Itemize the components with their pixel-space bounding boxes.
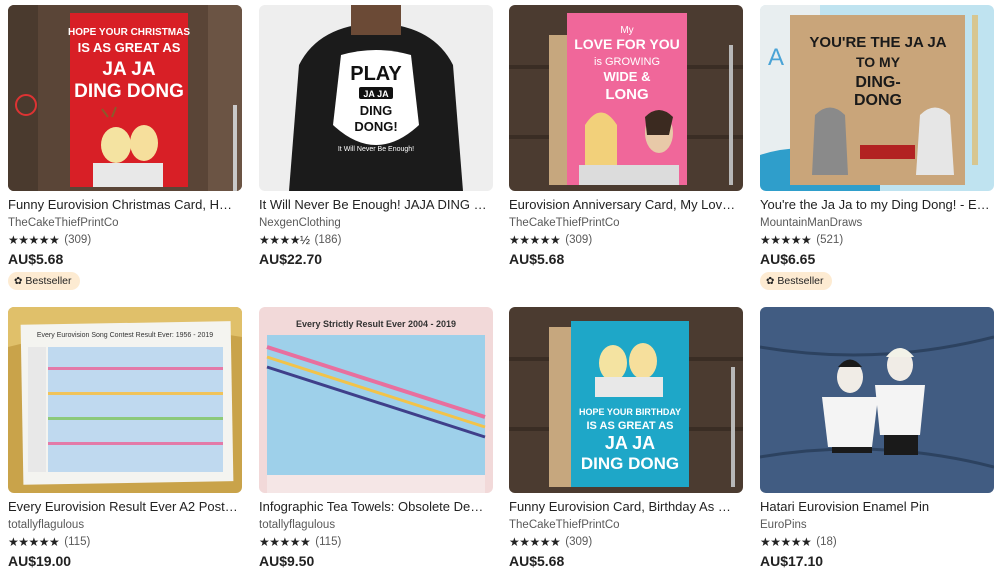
svg-text:PLAY: PLAY: [350, 63, 402, 85]
shop-name: NexgenClothing: [259, 217, 341, 229]
svg-text:LONG: LONG: [605, 86, 648, 103]
review-count: (309): [565, 234, 593, 246]
review-count: (309): [565, 536, 593, 548]
price: AU$5.68: [509, 553, 565, 569]
svg-text:DING: DING: [360, 103, 393, 118]
review-count: (309): [64, 234, 92, 246]
svg-text:is GROWING: is GROWING: [594, 56, 660, 68]
svg-text:DONG!: DONG!: [354, 119, 397, 134]
svg-text:JA JA: JA JA: [363, 89, 389, 99]
award-icon: ✿: [14, 275, 23, 287]
listing-image[interactable]: My LOVE FOR YOU is GROWING WIDE & LONG: [509, 5, 743, 191]
svg-text:WIDE &: WIDE &: [604, 69, 651, 84]
svg-text:It Will Never Be Enough!: It Will Never Be Enough!: [338, 146, 414, 153]
svg-text:HOPE YOUR CHRISTMAS: HOPE YOUR CHRISTMAS: [68, 27, 190, 38]
rating: ★★★★★ (115): [8, 535, 242, 549]
listing-title[interactable]: It Will Never Be Enough! JAJA DING …: [259, 197, 493, 213]
svg-text:DING-: DING-: [855, 74, 900, 91]
listing-image[interactable]: Every Eurovision Song Contest Result Eve…: [8, 307, 242, 493]
svg-text:TO MY: TO MY: [856, 54, 901, 70]
listing-title[interactable]: Infographic Tea Towels: Obsolete De…: [259, 499, 493, 515]
rating: ★★★★★ (115): [259, 535, 493, 549]
star-rating-icon: ★★★★★: [509, 535, 561, 549]
price: AU$6.65: [760, 251, 816, 267]
price: AU$22.70: [259, 251, 323, 267]
listing-card[interactable]: My LOVE FOR YOU is GROWING WIDE & LONG E…: [509, 5, 743, 268]
svg-text:A: A: [768, 44, 784, 71]
listing-card[interactable]: A YOU'RE THE JA JA TO MY DING- DONG You'…: [760, 5, 994, 290]
svg-text:DONG: DONG: [854, 92, 902, 109]
star-rating-icon: ★★★★½: [259, 233, 310, 247]
award-icon: ✿: [766, 275, 775, 287]
listing-title[interactable]: Every Eurovision Result Ever A2 Post…: [8, 499, 242, 515]
listing-card[interactable]: PLAY JA JA DING DONG! It Will Never Be E…: [259, 5, 493, 268]
listing-image[interactable]: [760, 307, 994, 493]
star-rating-icon: ★★★★★: [8, 233, 60, 247]
price: AU$5.68: [509, 251, 565, 267]
shop-name: totallyflagulous: [259, 519, 336, 531]
shop-name: EuroPins: [760, 519, 807, 531]
review-count: (115): [315, 536, 342, 548]
listing-title[interactable]: Funny Eurovision Christmas Card, H…: [8, 197, 242, 213]
listing-image[interactable]: Every Strictly Result Ever 2004 - 2019: [259, 307, 493, 493]
shop-name: MountainManDraws: [760, 217, 863, 229]
shop-name: TheCakeThiefPrintCo: [509, 519, 620, 531]
review-count: (186): [314, 234, 342, 246]
svg-text:DING DONG: DING DONG: [581, 454, 679, 473]
listing-card[interactable]: HOPE YOUR BIRTHDAY IS AS GREAT AS JA JA …: [509, 307, 743, 570]
rating: ★★★★★ (309): [8, 233, 242, 247]
svg-text:IS AS GREAT AS: IS AS GREAT AS: [587, 420, 674, 432]
listing-grid: HOPE YOUR CHRISTMAS IS AS GREAT AS JA JA…: [0, 0, 1000, 577]
listing-image[interactable]: HOPE YOUR CHRISTMAS IS AS GREAT AS JA JA…: [8, 5, 242, 191]
listing-image[interactable]: PLAY JA JA DING DONG! It Will Never Be E…: [259, 5, 493, 191]
svg-text:YOU'RE THE JA JA: YOU'RE THE JA JA: [809, 34, 946, 51]
listing-title[interactable]: Funny Eurovision Card, Birthday As …: [509, 499, 743, 515]
listing-card[interactable]: HOPE YOUR CHRISTMAS IS AS GREAT AS JA JA…: [8, 5, 242, 290]
svg-text:HOPE YOUR BIRTHDAY: HOPE YOUR BIRTHDAY: [579, 407, 681, 417]
svg-text:My: My: [620, 25, 633, 36]
star-rating-icon: ★★★★★: [8, 535, 60, 549]
star-rating-icon: ★★★★★: [760, 233, 812, 247]
listing-image[interactable]: HOPE YOUR BIRTHDAY IS AS GREAT AS JA JA …: [509, 307, 743, 493]
price: AU$9.50: [259, 553, 315, 569]
badge-label: Bestseller: [777, 275, 824, 287]
bestseller-badge: ✿ Bestseller: [8, 272, 80, 290]
shop-name: TheCakeThiefPrintCo: [8, 217, 119, 229]
price: AU$19.00: [8, 553, 72, 569]
shop-name: TheCakeThiefPrintCo: [509, 217, 620, 229]
star-rating-icon: ★★★★★: [760, 535, 812, 549]
svg-text:JA JA: JA JA: [605, 433, 655, 453]
rating: ★★★★★ (18): [760, 535, 994, 549]
listing-image[interactable]: A YOU'RE THE JA JA TO MY DING- DONG: [760, 5, 994, 191]
svg-text:DING DONG: DING DONG: [74, 81, 184, 102]
svg-text:IS AS GREAT AS: IS AS GREAT AS: [78, 40, 181, 55]
svg-text:LOVE FOR YOU: LOVE FOR YOU: [574, 36, 680, 52]
svg-text:Every Eurovision Song Contest: Every Eurovision Song Contest Result Eve…: [37, 332, 213, 339]
star-rating-icon: ★★★★★: [509, 233, 561, 247]
shop-name: totallyflagulous: [8, 519, 85, 531]
listing-title[interactable]: You're the Ja Ja to my Ding Dong! - E…: [760, 197, 994, 213]
listing-card[interactable]: Hatari Eurovision Enamel Pin EuroPins ★★…: [760, 307, 994, 570]
listing-card[interactable]: Every Eurovision Song Contest Result Eve…: [8, 307, 242, 570]
rating: ★★★★★ (521): [760, 233, 994, 247]
star-rating-icon: ★★★★★: [259, 535, 311, 549]
review-count: (521): [816, 234, 844, 246]
listing-card[interactable]: Every Strictly Result Ever 2004 - 2019 I…: [259, 307, 493, 570]
price: AU$17.10: [760, 553, 824, 569]
rating: ★★★★★ (309): [509, 233, 743, 247]
rating: ★★★★★ (309): [509, 535, 743, 549]
review-count: (18): [816, 536, 837, 548]
svg-text:JA JA: JA JA: [102, 59, 155, 80]
listing-title[interactable]: Eurovision Anniversary Card, My Lov…: [509, 197, 743, 213]
rating: ★★★★½ (186): [259, 233, 493, 247]
listing-title[interactable]: Hatari Eurovision Enamel Pin: [760, 499, 994, 515]
svg-text:Every Strictly Result Ever 200: Every Strictly Result Ever 2004 - 2019: [296, 319, 456, 329]
review-count: (115): [64, 536, 91, 548]
badge-label: Bestseller: [25, 275, 72, 287]
bestseller-badge: ✿ Bestseller: [760, 272, 832, 290]
price: AU$5.68: [8, 251, 64, 267]
